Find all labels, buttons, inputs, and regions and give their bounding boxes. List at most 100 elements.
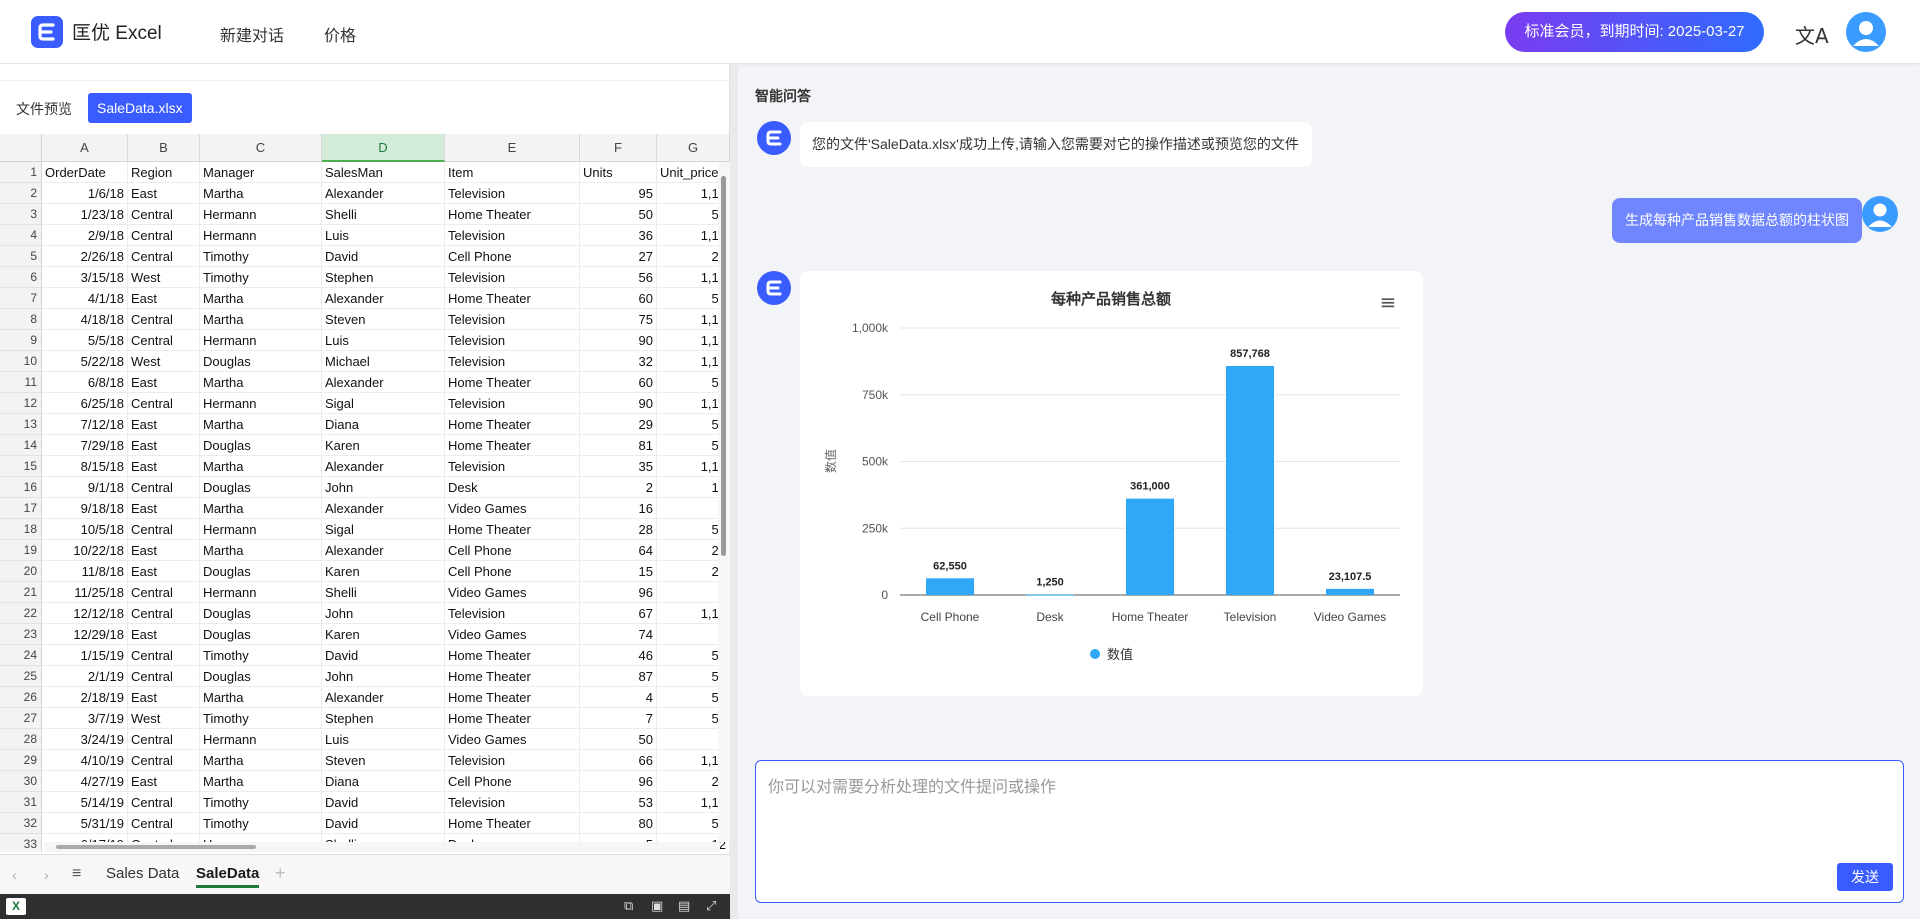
table-cell[interactable]: Central [128, 225, 200, 246]
table-cell[interactable]: 2/9/18 [42, 225, 128, 246]
column-header-a[interactable]: A [42, 134, 128, 162]
table-cell[interactable]: 46 [580, 645, 657, 666]
table-cell[interactable]: 90 [580, 330, 657, 351]
table-cell[interactable]: Cell Phone [445, 771, 580, 792]
table-cell[interactable]: Shelli [322, 204, 445, 225]
column-header-b[interactable]: B [128, 134, 200, 162]
table-cell[interactable]: David [322, 792, 445, 813]
table-cell[interactable]: 4/10/19 [42, 750, 128, 771]
table-cell[interactable]: 36 [580, 225, 657, 246]
table-cell[interactable]: 56 [580, 267, 657, 288]
horizontal-scroll-thumb[interactable] [56, 845, 256, 849]
table-cell[interactable]: Central [128, 246, 200, 267]
table-cell[interactable]: West [128, 708, 200, 729]
table-cell[interactable]: Alexander [322, 183, 445, 204]
table-cell[interactable]: Timothy [200, 645, 322, 666]
table-cell[interactable]: Home Theater [445, 414, 580, 435]
table-cell[interactable]: East [128, 624, 200, 645]
table-cell[interactable]: East [128, 183, 200, 204]
table-cell[interactable]: 2/1/19 [42, 666, 128, 687]
row-header[interactable]: 24 [0, 645, 42, 666]
table-cell[interactable]: 9/1/18 [42, 477, 128, 498]
table-cell[interactable]: Alexander [322, 456, 445, 477]
table-cell[interactable]: Home Theater [445, 372, 580, 393]
table-cell[interactable]: Sigal [322, 519, 445, 540]
table-cell[interactable]: 67 [580, 603, 657, 624]
row-header[interactable]: 3 [0, 204, 42, 225]
bar-home-theater[interactable] [1126, 498, 1174, 595]
table-cell[interactable]: 12/12/18 [42, 603, 128, 624]
table-cell[interactable]: 7/29/18 [42, 435, 128, 456]
table-cell[interactable]: Hermann [200, 582, 322, 603]
table-cell[interactable]: 2/18/19 [42, 687, 128, 708]
header-cell[interactable]: Region [128, 162, 200, 183]
row-header[interactable]: 10 [0, 351, 42, 372]
table-cell[interactable]: Sigal [322, 393, 445, 414]
table-cell[interactable]: Home Theater [445, 204, 580, 225]
table-cell[interactable]: East [128, 456, 200, 477]
bar-cell-phone[interactable] [926, 578, 974, 595]
table-cell[interactable]: 9/18/18 [42, 498, 128, 519]
table-cell[interactable]: Douglas [200, 477, 322, 498]
legend-marker[interactable] [1090, 649, 1100, 659]
row-header[interactable]: 31 [0, 792, 42, 813]
row-header[interactable]: 29 [0, 750, 42, 771]
table-cell[interactable]: Luis [322, 330, 445, 351]
row-header[interactable]: 26 [0, 687, 42, 708]
table-cell[interactable]: 1/15/19 [42, 645, 128, 666]
table-cell[interactable]: 6/8/18 [42, 372, 128, 393]
table-cell[interactable]: 4/1/18 [42, 288, 128, 309]
table-cell[interactable]: Television [445, 309, 580, 330]
table-cell[interactable]: Shelli [322, 582, 445, 603]
header-cell[interactable]: Item [445, 162, 580, 183]
table-cell[interactable]: 53 [580, 792, 657, 813]
table-cell[interactable]: Diana [322, 771, 445, 792]
table-cell[interactable]: Alexander [322, 540, 445, 561]
table-cell[interactable]: Cell Phone [445, 540, 580, 561]
table-cell[interactable]: 16 [580, 498, 657, 519]
table-cell[interactable]: East [128, 687, 200, 708]
table-cell[interactable]: 7/12/18 [42, 414, 128, 435]
table-cell[interactable]: Karen [322, 624, 445, 645]
sheet-menu-icon[interactable]: ≡ [72, 865, 81, 883]
table-cell[interactable]: Television [445, 792, 580, 813]
table-cell[interactable]: Central [128, 477, 200, 498]
table-cell[interactable]: Television [445, 267, 580, 288]
bar-television[interactable] [1226, 365, 1274, 595]
table-cell[interactable]: 3/24/19 [42, 729, 128, 750]
table-cell[interactable]: East [128, 288, 200, 309]
table-cell[interactable]: 50 [580, 729, 657, 750]
table-cell[interactable]: Hermann [200, 204, 322, 225]
row-header[interactable]: 17 [0, 498, 42, 519]
header-cell[interactable]: Manager [200, 162, 322, 183]
header-cell[interactable]: Units [580, 162, 657, 183]
table-cell[interactable]: 5/14/19 [42, 792, 128, 813]
table-cell[interactable]: Television [445, 225, 580, 246]
table-cell[interactable]: 6/25/18 [42, 393, 128, 414]
table-cell[interactable]: John [322, 477, 445, 498]
column-header-d[interactable]: D [322, 134, 445, 162]
translate-icon[interactable]: 文A [1795, 20, 1829, 49]
table-cell[interactable]: 90 [580, 393, 657, 414]
table-cell[interactable]: Alexander [322, 372, 445, 393]
table-cell[interactable]: 75 [580, 309, 657, 330]
table-cell[interactable]: Timothy [200, 813, 322, 834]
table-cell[interactable]: Michael [322, 351, 445, 372]
column-header-g[interactable]: G [657, 134, 730, 162]
row-header[interactable]: 32 [0, 813, 42, 834]
row-header[interactable]: 18 [0, 519, 42, 540]
table-cell[interactable]: Central [128, 729, 200, 750]
table-cell[interactable]: Luis [322, 225, 445, 246]
row-header[interactable]: 21 [0, 582, 42, 603]
table-cell[interactable]: 87 [580, 666, 657, 687]
user-avatar[interactable] [1846, 12, 1886, 52]
row-header[interactable]: 19 [0, 540, 42, 561]
row-header[interactable]: 23 [0, 624, 42, 645]
table-cell[interactable]: Martha [200, 540, 322, 561]
table-cell[interactable]: Douglas [200, 666, 322, 687]
legend-label[interactable]: 数值 [1107, 647, 1133, 662]
nav-new-chat[interactable]: 新建对话 [220, 22, 284, 46]
table-cell[interactable]: Martha [200, 372, 322, 393]
add-sheet-button[interactable]: + [275, 863, 286, 884]
table-cell[interactable]: 96 [580, 771, 657, 792]
